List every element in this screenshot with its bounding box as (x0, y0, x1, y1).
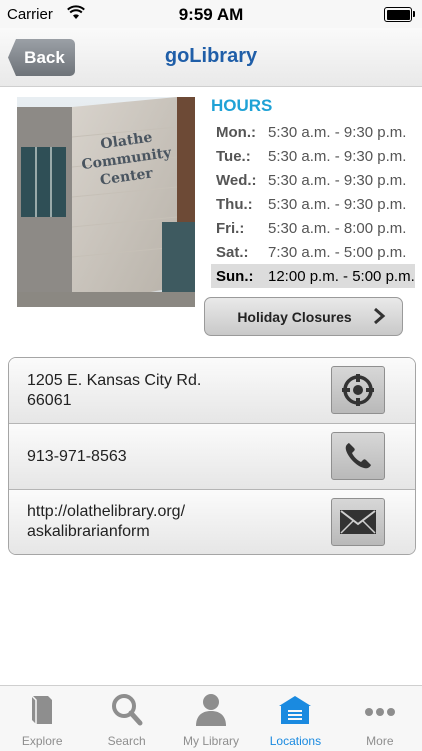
hours-value: 5:30 a.m. - 9:30 p.m. (268, 171, 407, 189)
building-icon (279, 696, 312, 724)
contact-info-list: 1205 E. Kansas City Rd. 66061 913-971-85… (8, 357, 416, 555)
hours-value: 12:00 p.m. - 5:00 p.m. (268, 267, 415, 285)
phone-text: 913-971-8563 (27, 447, 127, 465)
address-row[interactable]: 1205 E. Kansas City Rd. 66061 (9, 358, 415, 424)
tab-label: More (366, 734, 394, 748)
address-text: 1205 E. Kansas City Rd. 66061 (27, 371, 307, 411)
tab-label: Locations (269, 734, 322, 748)
tab-label: Search (107, 734, 146, 748)
tab-label: Explore (21, 734, 63, 748)
page-title: goLibrary (164, 45, 258, 67)
website-row[interactable]: http://olathelibrary.org/ askalibrarianf… (9, 490, 415, 554)
hours-row-monday: Mon.: 5:30 a.m. - 9:30 p.m. (211, 120, 415, 144)
tab-my-library[interactable]: My Library (169, 686, 253, 751)
hours-value: 5:30 a.m. - 9:30 p.m. (268, 195, 407, 213)
website-line2: askalibrarianform (27, 523, 150, 540)
hours-value: 5:30 a.m. - 8:00 p.m. (268, 219, 407, 237)
tab-more[interactable]: More (338, 686, 422, 751)
battery-icon (384, 7, 415, 22)
tab-locations[interactable]: Locations (253, 686, 337, 751)
day-label: Thu.: (216, 195, 253, 213)
tab-label: My Library (183, 734, 240, 748)
address-line2: 66061 (27, 391, 72, 409)
phone-row[interactable]: 913-971-8563 (9, 424, 415, 490)
day-label: Sat.: (216, 243, 249, 261)
status-bar: Carrier 9:59 AM (0, 0, 422, 28)
day-label: Fri.: (216, 219, 245, 237)
day-label: Wed.: (216, 171, 257, 189)
navigation-bar: Back goLibrary (0, 28, 422, 87)
status-time: 9:59 AM (178, 5, 244, 24)
website-text: http://olathelibrary.org/ askalibrarianf… (27, 502, 307, 542)
hours-row-friday: Fri.: 5:30 a.m. - 8:00 p.m. (211, 216, 415, 240)
location-photo: Olathe Community Center (17, 97, 195, 307)
tab-search[interactable]: Search (84, 686, 168, 751)
hours-row-sunday-today: Sun.: 12:00 p.m. - 5:00 p.m. (211, 264, 415, 288)
tab-explore[interactable]: Explore (0, 686, 84, 751)
hours-row-tuesday: Tue.: 5:30 a.m. - 9:30 p.m. (211, 144, 415, 168)
person-icon (196, 694, 227, 726)
day-label: Tue.: (216, 147, 251, 165)
website-line1: http://olathelibrary.org/ (27, 503, 186, 520)
day-label: Sun.: (216, 267, 254, 285)
book-icon (31, 695, 53, 724)
hours-row-wednesday: Wed.: 5:30 a.m. - 9:30 p.m. (211, 168, 415, 192)
hours-title: HOURS (211, 96, 273, 115)
search-icon (111, 694, 143, 726)
phone-icon (345, 443, 371, 469)
hours-value: 5:30 a.m. - 9:30 p.m. (268, 147, 407, 165)
hours-value: 7:30 a.m. - 5:00 p.m. (268, 243, 407, 261)
map-button[interactable] (331, 366, 385, 414)
call-button[interactable] (331, 432, 385, 480)
holiday-closures-label: Holiday Closures (237, 308, 352, 325)
hours-value: 5:30 a.m. - 9:30 p.m. (268, 123, 407, 141)
holiday-closures-button[interactable]: Holiday Closures (204, 297, 403, 336)
address-line1: 1205 E. Kansas City Rd. (27, 371, 202, 389)
envelope-icon (340, 510, 376, 534)
hours-row-saturday: Sat.: 7:30 a.m. - 5:00 p.m. (211, 240, 415, 264)
hours-row-thursday: Thu.: 5:30 a.m. - 9:30 p.m. (211, 192, 415, 216)
chevron-right-icon (374, 307, 386, 325)
hours-table: Mon.: 5:30 a.m. - 9:30 p.m. Tue.: 5:30 a.m… (211, 120, 415, 288)
day-label: Mon.: (216, 123, 256, 141)
email-button[interactable] (331, 498, 385, 546)
more-icon (364, 708, 395, 716)
crosshair-icon (342, 374, 374, 406)
tab-bar: Explore Search My Library Locations More (0, 685, 422, 751)
